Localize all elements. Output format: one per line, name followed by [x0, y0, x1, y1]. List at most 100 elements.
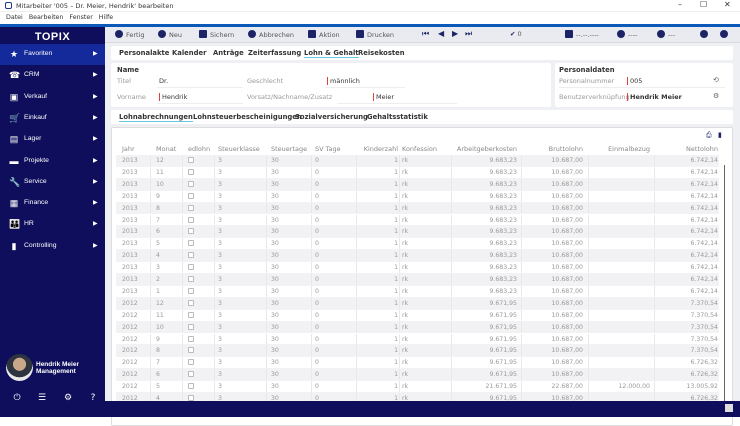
table-row[interactable]: 2012 9 3 30 0 1 rk 9.671,95 10.687,00 7.370,54	[116, 333, 719, 346]
drucken-button[interactable]: Drucken	[356, 30, 394, 39]
edlohn-checkbox[interactable]	[188, 371, 194, 378]
table-row[interactable]: 2012 11 3 30 0 1 rk 9.671,95 10.687,00 7.370,54	[116, 309, 719, 322]
table-row[interactable]: 2013 2 3 30 0 1 rk 9.683,23 10.687,00 6.742,14	[116, 274, 719, 286]
column-header[interactable]: Steuerklasse	[218, 145, 260, 153]
table-row[interactable]: 2013 10 3 30 0 1 rk 9.683,23 10.687,00 6.742,14	[116, 178, 719, 191]
help-icon[interactable]: ?	[87, 393, 99, 403]
table-row[interactable]: 2013 6 3 30 0 1 rk 9.683,23 10.687,00 6.742,14	[116, 226, 719, 239]
edlohn-checkbox[interactable]	[188, 180, 194, 187]
resize-grip[interactable]	[725, 404, 733, 412]
edlohn-checkbox[interactable]	[188, 216, 194, 223]
titel-field[interactable]: Dr.	[159, 77, 168, 85]
table-row[interactable]: 2013 4 3 30 0 1 rk 9.683,23 10.687,00 6.742,14	[116, 250, 719, 263]
checked-counter[interactable]: ✔ 0	[510, 30, 522, 38]
tab-sozialversicherung[interactable]: Sozialversicherung	[295, 113, 368, 121]
table-row[interactable]: 2013 5 3 30 0 1 rk 9.683,23 10.687,00 6.742,14	[116, 238, 719, 251]
table-row[interactable]: 2013 8 3 30 0 1 rk 9.683,23 10.687,00 6.742,14	[116, 202, 719, 215]
prev-record-icon[interactable]: ◀	[438, 29, 444, 38]
edlohn-checkbox[interactable]	[188, 311, 194, 318]
tab-lohnsteuerbescheinigungen[interactable]: Lohnsteuerbescheinigungen	[193, 113, 302, 121]
edlohn-checkbox[interactable]	[188, 264, 194, 271]
sidebar-item-finance[interactable]: ▦ Finance ▶	[0, 193, 105, 214]
user-profile[interactable]: Hendrik Meier Management	[6, 354, 79, 381]
edlohn-checkbox[interactable]	[188, 252, 194, 259]
user-indicator[interactable]: ----	[617, 30, 637, 39]
sidebar-item-verkauf[interactable]: ▣ Verkauf ▶	[0, 87, 105, 108]
sidebar-item-einkauf[interactable]: 🛒 Einkauf ▶	[0, 108, 105, 129]
table-row[interactable]: 2013 7 3 30 0 1 rk 9.683,23 10.687,00 6.742,14	[116, 214, 719, 227]
column-header[interactable]: Bruttolohn	[549, 145, 583, 153]
date-indicator[interactable]: --.--.----	[565, 30, 599, 39]
column-header[interactable]: Konfession	[402, 145, 437, 153]
column-header[interactable]: Einmalbezug	[608, 145, 650, 153]
fertig-button[interactable]: Fertig	[115, 30, 145, 39]
power-icon[interactable]: ⏻	[11, 393, 23, 403]
sidebar-item-controlling[interactable]: ▮ Controlling ▶	[0, 236, 105, 257]
vorname-field[interactable]: Hendrik	[159, 93, 187, 101]
elephant-icon[interactable]	[720, 30, 731, 39]
table-row[interactable]: 2012 7 3 30 0 1 rk 9.671,95 10.687,00 6.726,32	[116, 357, 719, 370]
sidebar-item-service[interactable]: 🔧 Service ▶	[0, 172, 105, 193]
list-icon[interactable]: ☰	[36, 393, 48, 403]
abbrechen-button[interactable]: Abbrechen	[248, 30, 294, 39]
tab-kalender[interactable]: Kalender	[172, 49, 206, 57]
table-row[interactable]: 2012 10 3 30 0 1 rk 9.671,95 10.687,00 7.370,54	[116, 321, 719, 334]
last-record-icon[interactable]: ⏭	[465, 29, 472, 39]
edlohn-checkbox[interactable]	[188, 228, 194, 235]
column-header[interactable]: edlohn	[188, 145, 210, 153]
table-row[interactable]: 2013 9 3 30 0 1 rk 9.683,23 10.687,00 6.742,14	[116, 190, 719, 203]
tab-personalakte[interactable]: Personalakte	[119, 49, 169, 57]
personalnummer-field[interactable]: 005	[627, 77, 642, 85]
sidebar-item-crm[interactable]: ☎ CRM ▶	[0, 65, 105, 86]
edlohn-checkbox[interactable]	[188, 335, 194, 342]
tab-zeiterfassung[interactable]: Zeiterfassung	[248, 49, 301, 57]
sidebar-item-favoriten[interactable]: ★ Favoriten ▶	[0, 44, 105, 65]
menu-hilfe[interactable]: Hilfe	[99, 14, 113, 21]
edlohn-checkbox[interactable]	[188, 157, 194, 163]
tab-reisekosten[interactable]: Reisekosten	[358, 49, 405, 57]
column-header[interactable]: Arbeitgeberkosten	[457, 145, 517, 153]
next-record-icon[interactable]: ▶	[452, 29, 458, 38]
print-icon[interactable]: ⎙	[706, 131, 712, 140]
column-header[interactable]: Kinderzahl	[364, 145, 398, 153]
tab-gehaltsstatistik[interactable]: Gehaltsstatistik	[367, 113, 428, 121]
benutzer-field[interactable]: Hendrik Meier	[627, 93, 682, 101]
sidebar-item-projekte[interactable]: ▬ Projekte ▶	[0, 151, 105, 172]
column-header[interactable]: SV Tage	[315, 145, 341, 153]
aktion-button[interactable]: Aktion	[308, 30, 340, 39]
edlohn-checkbox[interactable]	[188, 240, 194, 247]
edlohn-checkbox[interactable]	[188, 359, 194, 366]
history-icon[interactable]: ⟲	[713, 76, 719, 84]
close-button[interactable]: ✕	[724, 0, 731, 9]
menu-datei[interactable]: Datei	[6, 14, 23, 21]
table-row[interactable]: 2012 6 3 30 0 1 rk 9.671,95 10.687,00 6.726,32	[116, 369, 719, 382]
geschlecht-select[interactable]: männlich	[327, 77, 360, 85]
minimize-button[interactable]: –	[678, 0, 682, 9]
edlohn-checkbox[interactable]	[188, 276, 194, 282]
tab-antraege[interactable]: Anträge	[213, 49, 244, 57]
column-header[interactable]: Jahr	[122, 145, 135, 153]
settings-icon[interactable]: ⚙	[713, 92, 719, 100]
contact-indicator[interactable]: ---	[657, 30, 675, 39]
table-row[interactable]: 2013 1 3 30 0 1 rk 9.683,23 10.687,00 6.742,14	[116, 285, 719, 298]
table-row[interactable]: 2013 11 3 30 0 1 rk 9.683,23 10.687,00 6.742,14	[116, 166, 719, 179]
gear-icon[interactable]: ⚙	[62, 393, 74, 403]
edlohn-checkbox[interactable]	[188, 323, 194, 330]
person-icon[interactable]	[700, 30, 711, 39]
edlohn-checkbox[interactable]	[188, 192, 194, 199]
scrollbar[interactable]	[724, 165, 725, 410]
column-header[interactable]: Nettolohn	[686, 145, 718, 153]
sidebar-item-lager[interactable]: ▤ Lager ▶	[0, 129, 105, 150]
nachname-field[interactable]: Meier	[373, 93, 394, 101]
delete-icon[interactable]: ▮	[718, 131, 722, 139]
edlohn-checkbox[interactable]	[188, 299, 194, 306]
column-header[interactable]: Steuertage	[271, 145, 307, 153]
edlohn-checkbox[interactable]	[188, 383, 194, 390]
maximize-button[interactable]: ☐	[700, 0, 707, 9]
edlohn-checkbox[interactable]	[188, 168, 194, 175]
edlohn-checkbox[interactable]	[188, 287, 194, 294]
tab-lohn-gehalt[interactable]: Lohn & Gehalt	[304, 49, 359, 58]
sichern-button[interactable]: Sichern	[199, 30, 234, 39]
table-row[interactable]: 2013 3 3 30 0 1 rk 9.683,23 10.687,00 6.742,14	[116, 262, 719, 274]
sidebar-item-hr[interactable]: 👪 HR ▶	[0, 214, 105, 235]
